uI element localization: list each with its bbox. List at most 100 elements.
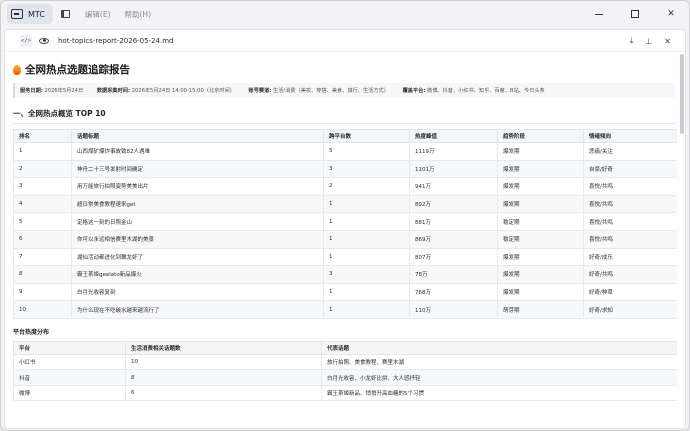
table-cell: 1 — [323, 247, 410, 267]
table-cell: 你可以永远相信赛里木湖的美景 — [71, 229, 324, 249]
table-cell: 807万 — [409, 247, 498, 267]
document-panel: </> hot-topics-report-2026-05-24.md ⤓ ⊥ … — [4, 29, 686, 429]
table-cell: 110万 — [409, 300, 498, 319]
column-header: 生活消费相关话题数 — [125, 340, 322, 355]
table-cell: 8 — [125, 369, 322, 386]
document-actions: ⤓ ⊥ ✕ — [630, 30, 671, 52]
collect-time-label: 数据采集时间: — [96, 88, 131, 94]
sidebar-toggle-button[interactable] — [55, 4, 77, 24]
source-view-icon[interactable]: </> — [20, 34, 32, 47]
table-cell: 神舟二十三号发射时间确定 — [71, 159, 324, 179]
table-cell: 2 — [13, 159, 72, 179]
table-row: 1 山西煤矿爆炸事故致82人遇难 5 1119万 爆发期 悲痛/关注 — [13, 142, 677, 161]
table-row: 2 神舟二十三号发射时间确定 3 1101万 爆发期 自豪/好奇 — [13, 159, 677, 179]
service-date: 2026年5月24日 — [44, 88, 84, 94]
scrollbar[interactable] — [680, 54, 684, 134]
menu-help[interactable]: 帮助(H) — [125, 9, 152, 20]
account-label: 账号赛道: — [248, 88, 272, 94]
table-row: 8 霸王茶姬geelato新品爆火 3 78万 爆发期 好奇/共鸣 — [13, 265, 677, 284]
table-row: 9 白月光收容复刻 1 768万 爆发期 好奇/种草 — [13, 282, 677, 302]
download-icon[interactable]: ⤓ — [630, 36, 634, 46]
platform-section-heading: 平台热度分布 — [13, 328, 50, 336]
table-cell: 9 — [13, 282, 72, 302]
title-bar: MTC 编辑(E) 帮助(H) ✕ — [1, 1, 689, 27]
table-cell: 3 — [323, 265, 410, 284]
table-row: 7 湖仙活动都进化到舞龙虾了 1 807万 爆发期 好奇/成乐 — [13, 247, 677, 267]
table-cell: 超日常美食教程速来get — [71, 194, 324, 214]
preview-eye-icon[interactable] — [39, 37, 49, 44]
table-cell: 稳定期 — [497, 229, 584, 249]
column-header: 平台 — [13, 340, 126, 355]
table-cell: 为什么现在不吃碳水越来越流行了 — [71, 300, 324, 319]
table-cell: 爆发期 — [497, 142, 584, 161]
table-cell: 白月光收容复刻 — [71, 282, 324, 302]
table-cell: 1 — [323, 229, 410, 249]
pin-icon[interactable]: ⊥ — [645, 37, 652, 46]
table-row: 微博 6 霸王茶姬新品、悄悄升高血糖的5个习惯 — [13, 384, 677, 402]
report-title: 全网热点选题追踪报告 — [13, 62, 677, 77]
table-cell: 6 — [125, 384, 322, 402]
table-cell: 1 — [323, 282, 410, 302]
column-header: 代表话题 — [321, 340, 677, 355]
app-tab[interactable]: MTC — [7, 4, 53, 24]
table-row: 抖音 8 白月光收容、小龙虾比拼、大人感抒轻 — [13, 369, 677, 386]
table-header-row: 排名 话题标题 跨平台数 热度峰值 趋势阶段 情绪倾向 — [13, 129, 677, 143]
table-cell: 好奇/种草 — [583, 282, 677, 302]
table-cell: 爆发期 — [497, 247, 584, 267]
maximize-icon — [631, 10, 639, 18]
minimize-button[interactable] — [581, 1, 617, 27]
account-track: 生活/消费（美妆、穿搭、美食、旅行、生活方式） — [273, 88, 389, 94]
table-cell: 1 — [323, 212, 410, 231]
table-row: 小红书 10 旅行拍照、美食教程、赛里木湖 — [13, 353, 677, 371]
table-header-row: 平台 生活消费相关话题数 代表话题 — [13, 340, 677, 355]
table-cell: 微博 — [13, 384, 126, 402]
report-title-text: 全网热点选题追踪报告 — [25, 64, 130, 76]
table-cell: 941万 — [409, 177, 498, 196]
column-header: 排名 — [13, 129, 72, 143]
table-cell: 1 — [13, 142, 72, 161]
column-header: 跨平台数 — [323, 129, 410, 143]
column-header: 趋势阶段 — [497, 129, 584, 143]
table-cell: 湖仙活动都进化到舞龙虾了 — [71, 247, 324, 267]
table-cell: 山西煤矿爆炸事故致82人遇难 — [71, 142, 324, 161]
top10-table: 排名 话题标题 跨平台数 热度峰值 趋势阶段 情绪倾向 1 山西煤矿爆炸事故致82… — [13, 129, 677, 319]
close-button[interactable]: ✕ — [653, 1, 689, 27]
menu-edit[interactable]: 编辑(E) — [85, 9, 111, 20]
table-row: 6 你可以永远相信赛里木湖的美景 1 869万 稳定期 喜悦/共鸣 — [13, 229, 677, 249]
window-controls: ✕ — [581, 1, 689, 27]
table-cell: 爆发期 — [497, 177, 584, 196]
minimize-icon — [595, 13, 603, 15]
table-cell: 旅行拍照、美食教程、赛里木湖 — [321, 353, 677, 371]
maximize-button[interactable] — [617, 1, 653, 27]
app-name: MTC — [28, 9, 45, 19]
report-meta: 服务日期: 2026年5月24日 数据采集时间: 2026年5月24日 14:0… — [13, 83, 675, 98]
table-cell: 3 — [13, 177, 72, 196]
table-cell: 爆发期 — [497, 265, 584, 284]
table-cell: 5 — [323, 142, 410, 161]
document-toolbar: </> hot-topics-report-2026-05-24.md ⤓ ⊥ … — [5, 30, 685, 52]
table-row: 4 超日常美食教程速来get 1 892万 爆发期 喜悦/共鸣 — [13, 194, 677, 214]
table-cell: 7 — [13, 247, 72, 267]
table-cell: 10 — [125, 353, 322, 371]
table-cell: 4 — [13, 194, 72, 214]
table-cell: 6 — [13, 229, 72, 249]
sidebar-icon — [61, 10, 71, 18]
column-header: 热度峰值 — [409, 129, 498, 143]
document-body: 全网热点选题追踪报告 服务日期: 2026年5月24日 数据采集时间: 2026… — [5, 52, 677, 428]
section-heading: 一、全网热点概览 TOP 10 — [13, 108, 677, 124]
platforms: 微博、抖音、小红书、知乎、百度、B站、今日头条 — [427, 88, 545, 94]
table-cell: 爆发期 — [497, 194, 584, 214]
table-cell: 抖音 — [13, 369, 126, 386]
menu-bar: 编辑(E) 帮助(H) — [85, 9, 151, 20]
table-cell: 爆发期 — [497, 159, 584, 179]
table-cell: 喜悦/共鸣 — [583, 229, 677, 249]
close-document-icon[interactable]: ✕ — [664, 37, 671, 46]
table-cell: 好奇/共鸣 — [583, 265, 677, 284]
fire-icon — [13, 64, 21, 75]
service-date-label: 服务日期: — [20, 88, 43, 94]
table-cell: 白月光收容、小龙虾比拼、大人感抒轻 — [321, 369, 677, 386]
table-cell: 1101万 — [409, 159, 498, 179]
table-cell: 好奇/求知 — [583, 300, 677, 319]
platforms-label: 覆盖平台: — [402, 88, 426, 94]
table-cell: 霸王茶姬新品、悄悄升高血糖的5个习惯 — [321, 384, 677, 402]
